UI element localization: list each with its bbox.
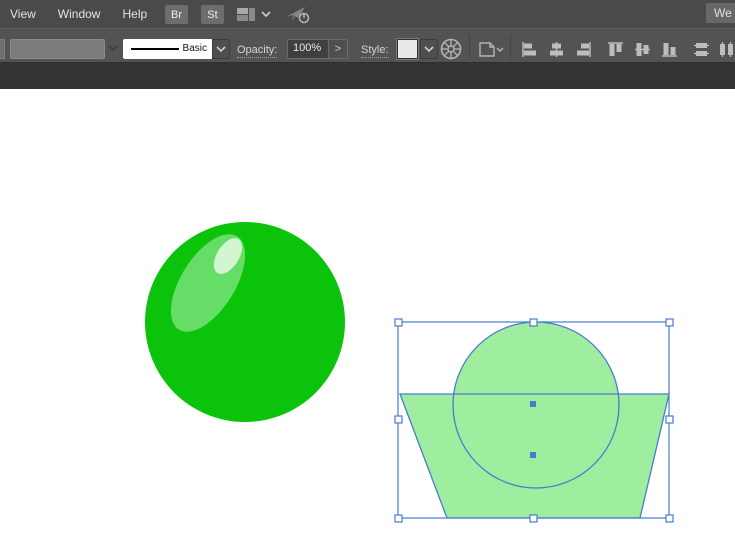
vertical-align-center-button[interactable]	[631, 37, 653, 61]
menu-help[interactable]: Help	[120, 7, 149, 21]
graphic-style-label[interactable]: Style:	[361, 44, 389, 58]
selected-artwork-group[interactable]	[394, 318, 674, 523]
handle-top-right[interactable]	[665, 318, 674, 327]
graphic-style-swatch[interactable]	[397, 39, 418, 59]
handle-mid-right[interactable]	[665, 415, 674, 424]
align-to-selection-dropdown[interactable]	[476, 39, 506, 59]
brush-name-label: Basic	[182, 43, 207, 54]
handle-top-center[interactable]	[529, 318, 538, 327]
recolor-artwork-icon[interactable]	[439, 37, 463, 61]
chevron-down-icon[interactable]	[261, 11, 271, 17]
brush-dropdown-chevron[interactable]	[212, 39, 230, 59]
brush-stroke-preview	[131, 48, 179, 50]
vertical-distribute-center-button[interactable]	[690, 37, 712, 61]
control-bar: Basic Opacity: 100% > Style:	[0, 28, 735, 63]
vertical-align-bottom-button[interactable]	[658, 37, 680, 61]
opacity-label[interactable]: Opacity:	[237, 44, 278, 58]
chevron-down-icon[interactable]	[108, 45, 118, 51]
horizontal-align-center-button[interactable]	[545, 37, 567, 61]
illustrator-window: View Window Help Br St We Basic Opacity:…	[0, 0, 735, 536]
brush-definition-dropdown[interactable]: Basic	[123, 39, 212, 59]
handle-mid-left[interactable]	[394, 415, 403, 424]
menu-window[interactable]: Window	[56, 7, 103, 21]
handle-bottom-right[interactable]	[665, 514, 674, 523]
application-bar: View Window Help Br St We	[0, 0, 735, 28]
artwork-layer	[145, 222, 674, 523]
horizontal-distribute-center-button[interactable]	[715, 37, 735, 61]
workspace-preset-button[interactable]: We	[706, 3, 735, 23]
separator	[510, 35, 511, 59]
opacity-control: 100% >	[287, 39, 348, 59]
horizontal-align-right-button[interactable]	[572, 37, 594, 61]
trapezoid-center-marker[interactable]	[530, 452, 536, 458]
document-tab-strip	[0, 63, 735, 89]
handle-bottom-center[interactable]	[529, 514, 538, 523]
handle-top-left[interactable]	[394, 318, 403, 327]
menubar: View Window Help	[8, 0, 149, 28]
vertical-align-top-button[interactable]	[604, 37, 626, 61]
bridge-button[interactable]: Br	[165, 5, 188, 24]
circle-center-marker[interactable]	[530, 401, 536, 407]
menu-view[interactable]: View	[8, 7, 38, 21]
style-dropdown-chevron[interactable]	[420, 39, 438, 59]
opacity-value-field[interactable]: 100%	[288, 40, 328, 58]
clipped-control	[0, 39, 5, 59]
horizontal-align-left-button[interactable]	[518, 37, 540, 61]
artboard-canvas[interactable]	[0, 89, 735, 536]
separator	[469, 35, 470, 59]
opacity-expand-button[interactable]: >	[328, 40, 347, 58]
stock-button[interactable]: St	[201, 5, 224, 24]
variable-width-profile-dropdown[interactable]	[10, 39, 105, 59]
handle-bottom-left[interactable]	[394, 514, 403, 523]
gpu-performance-rocket-icon[interactable]	[284, 4, 312, 26]
workspace-switcher-icon[interactable]	[237, 8, 255, 21]
glossy-ball-object[interactable]	[145, 222, 345, 422]
